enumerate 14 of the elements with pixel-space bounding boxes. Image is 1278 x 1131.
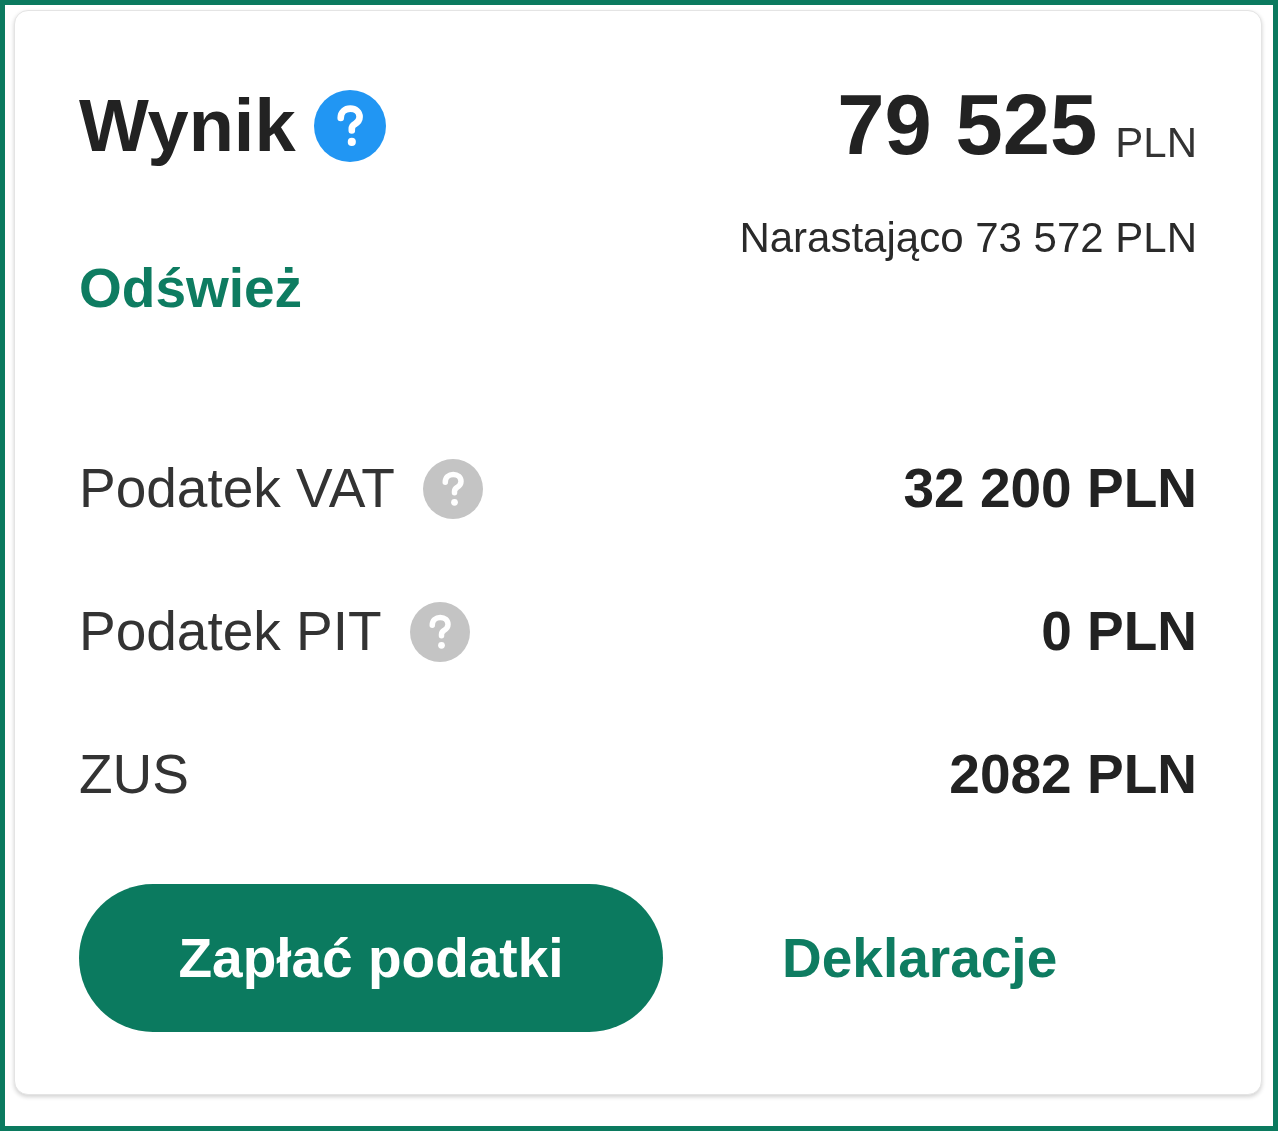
tax-amount: 32 200 PLN [903,461,1197,516]
pay-taxes-button[interactable]: Zapłać podatki [79,884,663,1032]
help-icon[interactable] [422,458,483,519]
tax-label: ZUS [79,747,189,802]
result-amount: 79 525 [837,82,1098,167]
tax-amount: 2082 PLN [949,747,1197,802]
cumulative-amount: Narastająco 73 572 PLN [739,217,1197,259]
tax-label: Podatek VAT [79,461,395,516]
tax-label: Podatek PIT [79,604,382,659]
currency-label: PLN [1115,122,1197,164]
help-icon[interactable] [313,90,386,162]
tax-amount: 0 PLN [1041,604,1197,659]
help-icon[interactable] [409,601,470,662]
refresh-link[interactable]: Odśwież [79,261,303,316]
